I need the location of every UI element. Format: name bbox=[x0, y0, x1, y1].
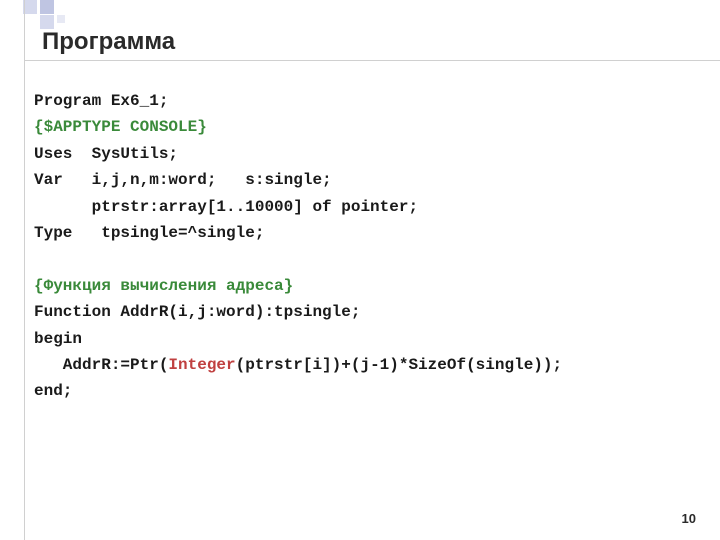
code-line: {$APPTYPE CONSOLE} bbox=[34, 114, 562, 140]
code-line: begin bbox=[34, 326, 562, 352]
code-listing: Program Ex6_1; {$APPTYPE CONSOLE} Uses S… bbox=[34, 88, 562, 405]
horizontal-rule bbox=[24, 60, 720, 61]
code-line bbox=[34, 246, 562, 272]
code-line: Uses SysUtils; bbox=[34, 141, 562, 167]
page-number: 10 bbox=[682, 511, 696, 526]
code-line: {Функция вычисления адреса} bbox=[34, 273, 562, 299]
deco-square bbox=[57, 15, 65, 23]
code-text: (ptrstr[i])+(j-1)*SizeOf(single)); bbox=[236, 356, 562, 374]
code-line: Program Ex6_1; bbox=[34, 88, 562, 114]
code-line: Type tpsingle=^single; bbox=[34, 220, 562, 246]
code-text: AddrR:=Ptr( bbox=[34, 356, 168, 374]
code-line: AddrR:=Ptr(Integer(ptrstr[i])+(j-1)*Size… bbox=[34, 352, 562, 378]
code-line: end; bbox=[34, 378, 562, 404]
deco-square bbox=[40, 0, 54, 14]
deco-square bbox=[23, 0, 37, 14]
slide-title: Программа bbox=[42, 28, 175, 56]
vertical-rule bbox=[24, 0, 25, 540]
code-line: Var i,j,n,m:word; s:single; bbox=[34, 167, 562, 193]
deco-square bbox=[40, 15, 54, 29]
code-highlight: Integer bbox=[168, 356, 235, 374]
code-line: Function AddrR(i,j:word):tpsingle; bbox=[34, 299, 562, 325]
code-line: ptrstr:array[1..10000] of pointer; bbox=[34, 194, 562, 220]
